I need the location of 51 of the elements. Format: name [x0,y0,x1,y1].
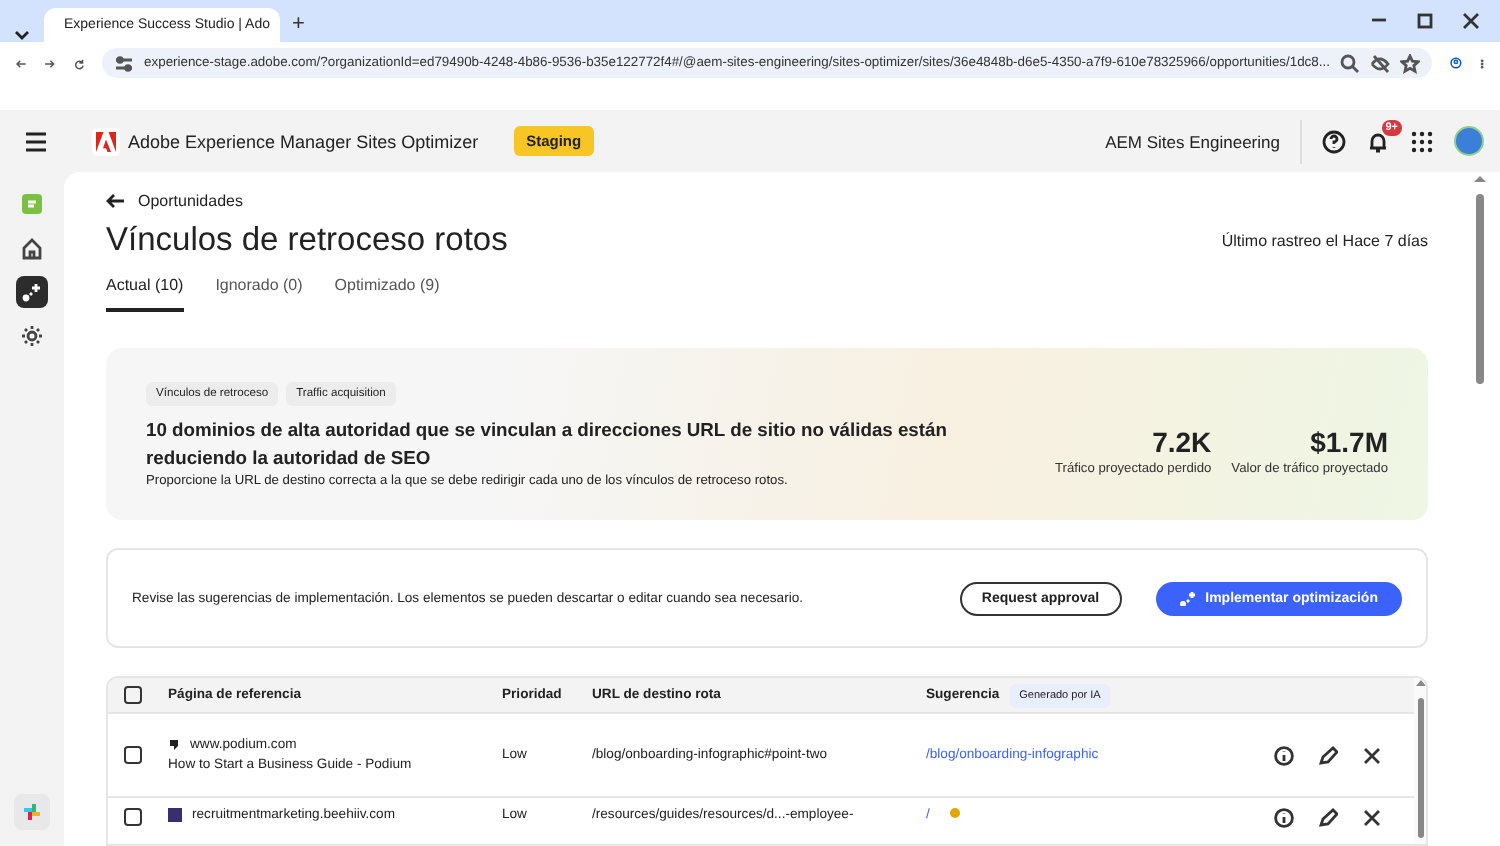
favicon-icon [168,808,182,822]
row-checkbox[interactable] [124,808,142,826]
sparkle-icon [20,280,44,304]
star-icon[interactable] [1399,53,1420,73]
select-all-checkbox[interactable] [124,686,142,704]
breadcrumb-link[interactable]: Oportunidades [138,192,243,210]
table-scrollbar[interactable] [1414,678,1426,844]
adobe-logo-icon [96,131,116,151]
favicon-icon [168,738,180,752]
home-icon [20,236,44,260]
apps-grid-icon[interactable] [1410,129,1434,153]
last-crawl-text: Último rastreo el Hace 7 días [1221,232,1428,250]
product-name: Adobe Experience Manager Sites Optimizer [128,131,479,151]
site-settings-icon [114,53,135,73]
sidebar-item[interactable] [16,320,48,352]
profile-icon[interactable] [1449,52,1462,74]
close-icon[interactable] [1462,12,1480,30]
menu-icon[interactable] [24,129,48,153]
metric-value: $1.7M [1310,426,1388,458]
metric-value: 7.2K [1152,426,1212,458]
more-icon[interactable] [1479,53,1484,73]
slack-logo-icon[interactable] [20,800,44,824]
edit-pencil-icon[interactable] [1318,808,1338,828]
tab[interactable]: Actual (10) [106,276,184,312]
user-avatar[interactable] [1454,126,1484,156]
tab[interactable]: Ignorado (0) [215,276,303,312]
back-arrow-icon[interactable] [106,192,126,210]
scroll-up-icon[interactable] [1415,678,1425,686]
summary-headline: 10 dominios de alta autoridad que se vinculan a direcciones URL de sitio no válidas están reduciendo la autoridad de SEO [146,416,949,472]
new-tab-button[interactable]: + [292,12,305,36]
eye-slash-icon[interactable] [1369,53,1390,73]
status-dot-icon [949,808,960,818]
page-title: Vínculos de retroceso rotos [106,222,508,260]
scroll-up-icon[interactable] [1474,172,1486,182]
settings-icon [20,324,44,348]
organization-name[interactable]: AEM Sites Engineering [1105,119,1302,163]
tab[interactable]: Optimizado (9) [334,276,440,312]
info-icon[interactable] [1274,808,1294,828]
dismiss-icon[interactable] [1362,808,1382,828]
edit-pencil-icon[interactable] [1318,745,1338,765]
info-icon[interactable] [1274,745,1294,765]
row-checkbox[interactable] [124,746,142,764]
app-logo-icon [20,192,44,216]
maximize-icon[interactable] [1416,12,1434,30]
tab-list-icon[interactable] [12,26,32,42]
notifications-icon[interactable] [1366,129,1390,153]
dismiss-icon[interactable] [1362,745,1382,765]
sparkle-icon [1179,590,1196,606]
sidebar-item[interactable] [16,276,48,308]
zoom-icon[interactable] [1339,53,1360,73]
help-icon[interactable] [1322,129,1346,153]
